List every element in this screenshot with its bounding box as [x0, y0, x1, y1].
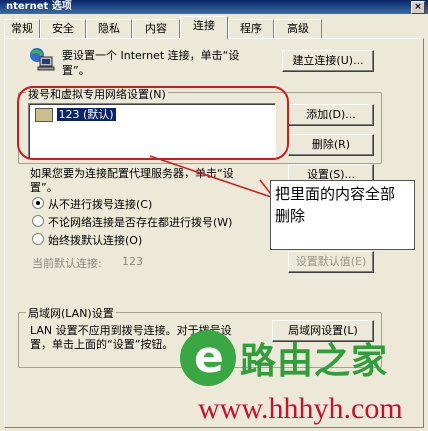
proxy-text-line2: 置”。 [30, 181, 58, 194]
radio-always-dial[interactable] [32, 233, 44, 245]
setup-text-line1: 要设置一个 Internet 连接，单击“设 [62, 49, 240, 62]
add-button[interactable]: 添加(D)... [288, 104, 374, 126]
annotation-highlight [17, 86, 289, 160]
radio-never-dial[interactable] [32, 197, 44, 209]
lan-group-label: 局域网(LAN)设置 [26, 305, 116, 321]
default-connection-value: 123 [122, 255, 143, 268]
tab-content[interactable]: 内容 [132, 19, 180, 38]
watermark-url: www.hhhyh.com [198, 392, 403, 425]
radio-never-dial-label: 从不进行拨号连接(C) [48, 198, 153, 211]
tab-general[interactable]: 常规 [4, 19, 40, 38]
default-connection-label: 当前默认连接: [32, 257, 102, 270]
radio-always-dial-label: 始终拨默认连接(O) [48, 234, 143, 247]
close-button[interactable]: × [411, 1, 425, 14]
tab-security[interactable]: 安全 [40, 19, 86, 38]
lan-text-line2: 置，单击上面的“设置”按钮。 [30, 338, 174, 351]
setup-text-line2: 置”。 [62, 64, 90, 77]
callout-text-line1: 把里面的内容全部 [275, 185, 396, 203]
annotation-callout: 把里面的内容全部 删除 [270, 180, 415, 250]
annotation-arrows [150, 155, 275, 199]
tab-connections[interactable]: 连接 [180, 16, 228, 40]
title-bar: nternet 选项 × [0, 0, 428, 14]
tab-privacy[interactable]: 隐私 [86, 19, 132, 38]
remove-button[interactable]: 删除(R) [288, 134, 374, 156]
window-title: nternet 选项 [6, 1, 72, 12]
callout-text-line2: 删除 [275, 207, 306, 225]
watermark: 路由之家 www.hhhyh.com [180, 330, 428, 431]
tab-programs[interactable]: 程序 [228, 19, 274, 38]
watermark-logo-icon [180, 330, 236, 386]
radio-dial-whenever[interactable] [32, 215, 44, 227]
setup-button[interactable]: 建立连接(U)... [282, 50, 374, 72]
radio-dial-whenever-label: 不论网络连接是否存在都进行拨号(W) [48, 216, 233, 229]
watermark-brand: 路由之家 [240, 341, 389, 382]
network-setup-icon [30, 48, 55, 71]
tab-advanced[interactable]: 高级 [274, 19, 322, 38]
set-default-button[interactable]: 设置默认值(E) [288, 251, 374, 273]
